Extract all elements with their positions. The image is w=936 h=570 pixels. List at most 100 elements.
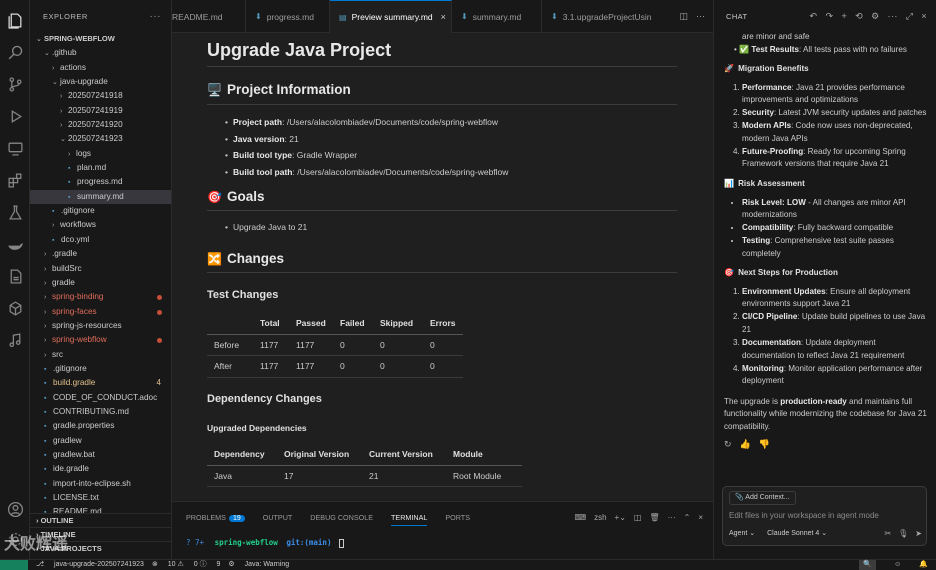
tree-file[interactable]: ▪ build.gradle 4 <box>30 376 171 390</box>
tab-preview-summary[interactable]: ▤ Preview summary.md × <box>330 0 452 33</box>
history-icon[interactable]: ⟲ <box>855 11 863 22</box>
copilot-icon[interactable]: ☺ <box>894 560 901 570</box>
tree-file[interactable]: ▪ gradlew <box>30 434 171 448</box>
tab-summary[interactable]: ⬇ summary.md <box>452 0 542 33</box>
docker-icon[interactable] <box>5 234 25 254</box>
extensions-icon[interactable] <box>5 170 25 190</box>
changes-heading: 🔀 Changes <box>207 251 284 266</box>
tree-folder[interactable]: ⌄ .github <box>30 46 171 60</box>
tree-folder[interactable]: › spring-webflow <box>30 333 171 347</box>
tree-folder[interactable]: › workflows <box>30 218 171 232</box>
item-value: /Users/alacolombiadev/Documents/code/spr… <box>286 117 499 127</box>
java-status[interactable]: ⚙ Java: Warning <box>228 560 289 570</box>
add-context-button[interactable]: 📎 Add Context... <box>729 491 796 505</box>
music-note-icon[interactable] <box>5 330 25 350</box>
tree-folder[interactable]: ⌄ java-upgrade <box>30 75 171 89</box>
chat-input[interactable]: Edit files in your workspace in agent mo… <box>729 511 879 520</box>
tree-folder[interactable]: › logs <box>30 147 171 161</box>
notifications-icon[interactable]: 🔔 <box>919 560 928 570</box>
tree-folder[interactable]: ⌄ 20250724192​3 <box>30 132 171 146</box>
tree-file[interactable]: ▪ summary.md <box>30 189 171 205</box>
tree-folder[interactable]: › src <box>30 348 171 362</box>
trash-icon[interactable]: 🗑 <box>649 513 659 522</box>
microphone-icon[interactable]: 🎙 <box>898 529 908 538</box>
java-projects-icon[interactable] <box>5 298 25 318</box>
split-terminal-icon[interactable]: ◫ <box>634 513 642 522</box>
tree-file[interactable]: ▪ ide.gradle <box>30 462 171 476</box>
zoom-icon[interactable]: 🔍 <box>859 560 877 570</box>
tree-folder[interactable]: › spring-js-resources <box>30 319 171 333</box>
database-icon[interactable] <box>5 266 25 286</box>
more-actions-icon[interactable]: ··· <box>668 513 676 522</box>
tab-terminal[interactable]: TERMINAL <box>391 513 428 526</box>
tree-folder[interactable]: › 20250724191​8 <box>30 89 171 103</box>
tab-debug-console[interactable]: DEBUG CONSOLE <box>310 513 373 522</box>
close-panel-icon[interactable]: × <box>698 513 703 522</box>
remote-explorer-icon[interactable] <box>5 138 25 158</box>
tab-upgrade-project[interactable]: ⬇ 3.1.upgradeProjectUsin <box>542 0 654 33</box>
maximize-icon[interactable]: ⤢ <box>906 11 914 22</box>
model-select[interactable]: Claude Sonnet 4 ⌄ <box>767 529 827 538</box>
tab-readme[interactable]: README.md <box>172 0 246 33</box>
tree-file[interactable]: ▪ dco.yml <box>30 233 171 247</box>
tree-file[interactable]: ▪ gradle.properties <box>30 419 171 433</box>
panel-actions: ⌨ zsh +⌄ ◫ 🗑 ··· ⌃ × <box>575 513 703 522</box>
account-icon[interactable] <box>5 499 25 519</box>
tab-ports[interactable]: PORTS <box>445 513 470 522</box>
tree-file[interactable]: ▪ LICENSE.txt <box>30 491 171 505</box>
close-tab-icon[interactable]: × <box>441 12 446 22</box>
page-title: Upgrade Java Project <box>207 40 392 60</box>
tree-folder[interactable]: › 20250724191​9 <box>30 104 171 118</box>
gear-icon[interactable]: ⚙ <box>871 11 879 22</box>
tree-file[interactable]: ▪ CODE_OF_CONDUCT.adoc <box>30 391 171 405</box>
thumbs-down-icon[interactable]: 👎 <box>759 438 770 451</box>
tab-progress[interactable]: ⬇ progress.md <box>246 0 330 33</box>
tree-folder[interactable]: › spring-binding <box>30 290 171 304</box>
send-icon[interactable]: ➤ <box>915 529 922 538</box>
tree-folder[interactable]: › buildSrc <box>30 262 171 276</box>
tree-file[interactable]: ▪ import-into-eclipse.sh <box>30 477 171 491</box>
shell-name[interactable]: zsh <box>594 513 606 522</box>
tree-folder[interactable]: › 20250724192​0 <box>30 118 171 132</box>
outline-section[interactable]: › OUTLINE <box>30 513 171 527</box>
maximize-panel-icon[interactable]: ⌃ <box>684 513 691 522</box>
new-terminal-icon[interactable]: +⌄ <box>615 513 626 522</box>
close-icon[interactable]: × <box>921 11 927 22</box>
tree-file[interactable]: ▪ progress.md <box>30 175 171 189</box>
branch-status[interactable]: ⎇ java-upgrade-20250724192​3 <box>36 560 144 570</box>
testing-icon[interactable] <box>5 202 25 222</box>
tree-folder[interactable]: › spring-faces <box>30 305 171 319</box>
source-control-icon[interactable] <box>5 74 25 94</box>
explorer-icon[interactable] <box>5 10 25 30</box>
remote-indicator[interactable] <box>0 559 28 570</box>
terminal-content[interactable]: ? 7+ spring-webflow git:(main) <box>172 538 713 548</box>
problems-status[interactable]: ⊗ 10 ⚠ 0 ⓘ 9 <box>152 560 220 570</box>
tools-icon[interactable]: ✂ <box>884 529 891 538</box>
tree-file[interactable]: ▪ gradlew.bat <box>30 448 171 462</box>
tree-file[interactable]: ▪ plan.md <box>30 161 171 175</box>
new-chat-icon[interactable]: + <box>841 11 847 22</box>
list-item: Compatibility: Fully backward compatible <box>742 222 930 235</box>
retry-icon[interactable]: ↻ <box>724 438 732 451</box>
list-item: Modern APIs: Code now uses non-deprecate… <box>742 120 930 145</box>
tree-file[interactable]: ▪ .gitignore <box>30 204 171 218</box>
chat-text: : Fully backward compatible <box>793 223 894 233</box>
more-actions-icon[interactable]: ··· <box>150 11 162 22</box>
tab-problems[interactable]: PROBLEMS 19 <box>186 513 245 522</box>
tree-file[interactable]: ▪ CONTRIBUTING.md <box>30 405 171 419</box>
more-actions-icon[interactable]: ··· <box>696 11 705 21</box>
tree-folder[interactable]: ⌄ SPRING-WEBFLOW <box>30 32 171 46</box>
mode-select[interactable]: Agent ⌄ <box>729 529 755 538</box>
tree-folder[interactable]: › .gradle <box>30 247 171 261</box>
undo-icon[interactable]: ↶ <box>810 11 818 22</box>
tab-output[interactable]: OUTPUT <box>263 513 293 522</box>
thumbs-up-icon[interactable]: 👍 <box>740 438 751 451</box>
tree-folder[interactable]: › gradle <box>30 276 171 290</box>
search-icon[interactable] <box>5 42 25 62</box>
redo-icon[interactable]: ↷ <box>826 11 834 22</box>
tree-folder[interactable]: › actions <box>30 61 171 75</box>
tree-file[interactable]: ▪ .gitignore <box>30 362 171 376</box>
run-debug-icon[interactable] <box>5 106 25 126</box>
split-editor-icon[interactable]: ◫ <box>679 11 688 22</box>
more-actions-icon[interactable]: ··· <box>888 11 898 22</box>
